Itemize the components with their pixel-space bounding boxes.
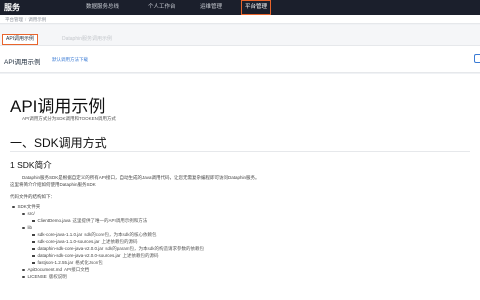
app-brand: 服务 [4,3,20,12]
download-link[interactable]: 默认调用方法下载 [52,57,88,63]
tree-item: LICENSE 版权说明 [22,274,67,280]
tree-item: ApiDocument.md API接口文档 [22,267,89,273]
tab-bar: API调用示例 Dataphin服务调用示例 [0,25,480,46]
tree-item: fastjson-1.2.55.jar 格式化Json包 [32,260,103,266]
document-body: API调用示例 API调用方式分为SDK调用和TOOKEN调用方式 一、SDK调… [0,74,480,300]
bullet-icon [22,226,25,230]
bullet-icon [32,240,35,244]
tree-item: lib [22,225,32,231]
tab-api-example[interactable]: API调用示例 [2,34,39,45]
doc-title: API调用示例 [10,97,106,116]
nav-item-platform-management[interactable]: 平台管理 [241,0,272,15]
bullet-icon [12,205,15,209]
nav-item-personal-workbench[interactable]: 个人工作台 [148,0,176,15]
bullet-icon [22,268,25,272]
tree-item: dataphin-sdk-core-java-v2.0.0-sources.ja… [32,253,159,259]
tab-dataphin-example[interactable]: Dataphin服务调用示例 [62,34,112,45]
content-header: API调用示例 默认调用方法下载 [0,46,480,73]
breadcrumb: 平台管理 / 调用示例 [0,15,480,24]
tree-item: dataphin-sdk-core-java-v2.0.0.jar sdk的par… [32,246,204,252]
tree-item: sdk-core-java-1.1.0.jar sdk的core包，为本sdk的核… [32,232,157,238]
tree-item: sdk-core-java-1.1.0-sources.jar 上述依赖包的源码 [32,239,138,245]
bullet-icon [32,261,35,265]
top-navigation: 服务 数据服务总线 个人工作台 运维管理 平台管理 [0,0,480,15]
intro-paragraph: Dataphin服务SDK是根据自定义的所有API接口，自动生成的Java调用代… [22,175,260,180]
breadcrumb-separator: / [25,17,27,22]
action-button[interactable] [474,54,480,63]
breadcrumb-item-current: 调用示例 [28,17,47,22]
bullet-icon [22,275,25,279]
bullet-icon [32,247,35,251]
doc-subtitle: API调用方式分为SDK调用和TOOKEN调用方式 [22,116,116,121]
bullet-icon [22,212,25,216]
bullet-icon [32,219,35,223]
structure-label: 代码文件的结构如下： [10,194,55,199]
intro-paragraph-2: 这里将简介介绍如何使用Dataphin服务SDK [10,182,96,187]
tree-item: ClientDemo.java 这里提供了唯一的API调用示例和方法 [32,218,147,224]
bullet-icon [32,254,35,258]
section-heading: 一、SDK调用方式 [10,136,107,150]
section-divider [10,151,470,152]
page-title: API调用示例 [4,59,41,66]
nav-item-ops-management[interactable]: 运维管理 [200,0,222,15]
breadcrumb-item-platform[interactable]: 平台管理 [5,17,23,22]
nav-item-data-service-bus[interactable]: 数据服务总线 [86,0,119,15]
tree-item: src/ [22,211,35,217]
tree-item: SDK文件夹 [12,204,40,210]
bullet-icon [32,233,35,237]
subsection-heading: 1 SDK简介 [10,160,52,170]
